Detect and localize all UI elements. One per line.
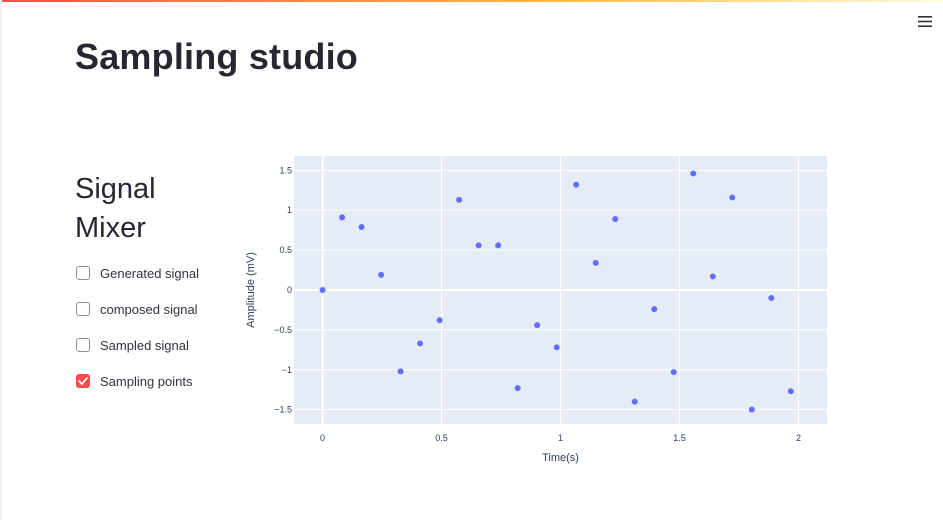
sample-point[interactable] [612, 216, 619, 223]
page-title: Sampling studio [75, 36, 359, 77]
y-tick-label: 0 [287, 285, 292, 295]
checkmark-icon [78, 377, 88, 385]
sampled-signal-checkbox[interactable]: Sampled signal [76, 335, 189, 355]
y-tick-label: 1 [287, 205, 292, 215]
generated-signal-checkbox[interactable]: Generated signal [76, 263, 199, 283]
sample-point[interactable] [514, 385, 521, 392]
x-tick-label: 0 [320, 433, 325, 443]
sample-point[interactable] [768, 294, 775, 301]
sampling-points-checkbox[interactable]: Sampling points [76, 371, 193, 391]
sample-point[interactable] [592, 259, 599, 266]
sampling-chart[interactable]: 0 0.5 1 1.5 2 1.5 1 0.5 0 −0.5 −1 −1.5 Time(s) Amplit… [240, 150, 840, 480]
sample-point[interactable] [534, 322, 541, 329]
sample-point[interactable] [709, 273, 716, 280]
checkbox-label: Sampling points [100, 373, 193, 389]
sample-point[interactable] [495, 242, 502, 249]
sample-point[interactable] [436, 317, 443, 324]
x-axis-label: Time(s) [542, 452, 579, 464]
x-tick-label: 1 [558, 433, 563, 443]
signal-mixer-heading: Signal Mixer [75, 173, 156, 244]
checkbox-label: Sampled signal [100, 337, 189, 353]
sample-point[interactable] [339, 214, 346, 221]
y-tick-label: −1 [282, 365, 292, 375]
y-tick-label: 0.5 [279, 245, 292, 255]
x-tick-label: 0.5 [435, 433, 448, 443]
checkbox-label: Generated signal [100, 265, 200, 281]
sample-point[interactable] [397, 368, 404, 375]
y-tick-label: −0.5 [274, 325, 292, 335]
checkbox-box[interactable] [76, 374, 90, 388]
checkbox-box[interactable] [76, 266, 90, 280]
sample-point[interactable] [690, 170, 697, 177]
sample-point[interactable] [573, 181, 580, 188]
sample-point[interactable] [631, 398, 638, 405]
sample-point[interactable] [748, 406, 755, 413]
hamburger-menu-icon [918, 15, 932, 27]
y-tick-label: 1.5 [279, 165, 292, 175]
sample-point[interactable] [456, 196, 463, 203]
checkbox-box[interactable] [76, 302, 90, 316]
hamburger-menu-button[interactable] [912, 10, 938, 32]
x-tick-label: 2 [796, 433, 801, 443]
sample-point[interactable] [417, 340, 424, 347]
sample-point[interactable] [553, 344, 560, 351]
y-tick-label: −1.5 [274, 405, 292, 415]
sample-point[interactable] [319, 287, 326, 293]
sample-point[interactable] [670, 369, 677, 376]
sample-point[interactable] [378, 271, 385, 278]
left-edge-border [0, 0, 2, 520]
top-decoration-bar [0, 0, 943, 2]
sample-point[interactable] [729, 194, 736, 201]
y-axis-label: Amplitude (mV) [245, 252, 257, 328]
sample-point[interactable] [358, 223, 365, 230]
sample-point[interactable] [787, 388, 794, 395]
composed-signal-checkbox[interactable]: composed signal [76, 299, 198, 319]
checkbox-box[interactable] [76, 338, 90, 352]
sample-point[interactable] [651, 306, 658, 313]
checkbox-label: composed signal [100, 301, 198, 317]
sample-point[interactable] [475, 242, 482, 249]
scatter-plot[interactable]: 0 0.5 1 1.5 2 1.5 1 0.5 0 −0.5 −1 −1.5 Time(s) Amplit… [240, 150, 840, 480]
x-tick-label: 1.5 [673, 433, 686, 443]
